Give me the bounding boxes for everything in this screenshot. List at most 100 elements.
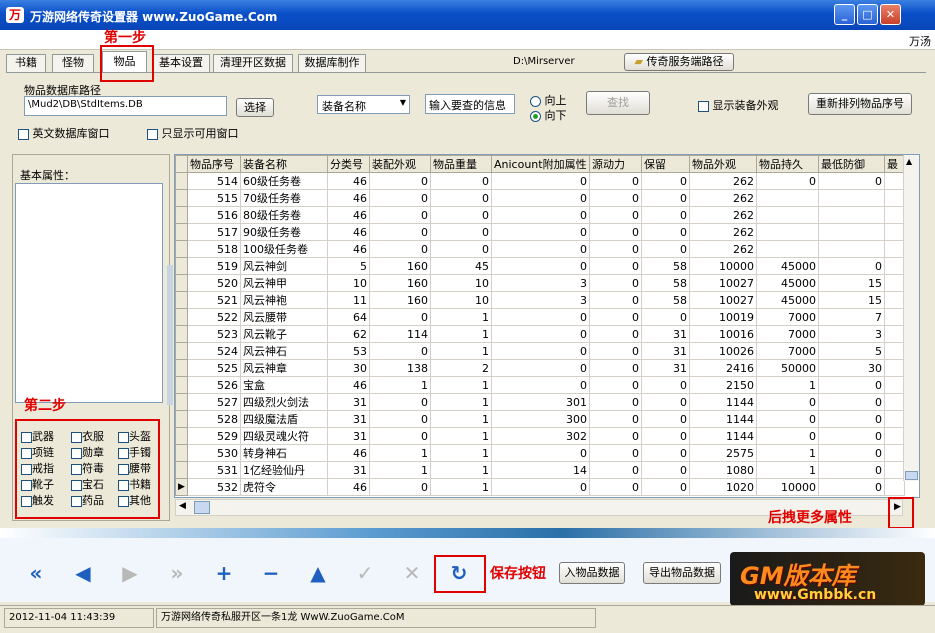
table-cell[interactable]: 160 (369, 291, 431, 309)
reorder-button[interactable]: 重新排列物品序号 (808, 93, 912, 115)
table-cell[interactable]: 0 (589, 444, 642, 462)
table-cell[interactable]: 10027 (689, 274, 757, 292)
table-cell[interactable]: 1 (430, 376, 492, 394)
radio-down[interactable]: 向下 (530, 107, 567, 123)
table-cell[interactable]: 15 (818, 291, 885, 309)
table-cell[interactable]: 60级任务卷 (240, 172, 328, 190)
table-cell[interactable]: 300 (491, 410, 590, 428)
table-cell[interactable]: 0 (491, 444, 590, 462)
table-cell[interactable]: 0 (491, 359, 590, 377)
table-cell[interactable]: 0 (818, 461, 885, 479)
table-cell-empty[interactable] (884, 223, 905, 241)
scroll-left-icon[interactable]: ◀ (179, 501, 186, 511)
table-cell[interactable]: 0 (369, 393, 431, 411)
tab-books[interactable]: 书籍 (6, 54, 46, 72)
refresh-save-icon[interactable]: ↻ (441, 555, 477, 591)
category-gem[interactable]: 宝石 (71, 476, 104, 492)
column-header[interactable]: 最 (884, 155, 905, 173)
table-cell[interactable]: 515 (187, 189, 241, 207)
table-cell[interactable]: 风云神袍 (240, 291, 328, 309)
table-cell[interactable]: 528 (187, 410, 241, 428)
delete-record-icon[interactable]: − (253, 555, 289, 591)
table-cell[interactable]: 3 (491, 274, 590, 292)
table-row[interactable]: 524 风云神石 53 0 1 0 0 31 10026 7000 5 (175, 342, 905, 360)
table-cell[interactable]: 0 (369, 223, 431, 241)
table-cell[interactable]: 0 (641, 240, 690, 258)
table-cell[interactable]: 516 (187, 206, 241, 224)
table-cell[interactable]: 0 (589, 427, 642, 445)
category-medal[interactable]: 勋章 (71, 444, 104, 460)
table-cell[interactable]: 0 (641, 427, 690, 445)
table-cell[interactable]: 0 (641, 308, 690, 326)
table-cell-empty[interactable] (884, 359, 905, 377)
column-header[interactable]: 物品序号 (187, 155, 241, 173)
table-cell[interactable]: 518 (187, 240, 241, 258)
table-cell[interactable]: 3 (818, 325, 885, 343)
scroll-thumb[interactable] (905, 471, 918, 480)
table-cell-empty[interactable] (884, 376, 905, 394)
table-cell[interactable]: 0 (589, 376, 642, 394)
table-cell[interactable]: 2416 (689, 359, 757, 377)
first-record-icon[interactable]: « (18, 555, 54, 591)
table-cell-empty[interactable] (884, 427, 905, 445)
table-cell[interactable]: 1 (369, 376, 431, 394)
category-charm[interactable]: 符毒 (71, 460, 104, 476)
table-cell[interactable]: 0 (589, 478, 642, 496)
cancel-edit-icon[interactable]: ✕ (394, 555, 430, 591)
table-cell[interactable] (818, 223, 885, 241)
table-cell[interactable]: 90级任务卷 (240, 223, 328, 241)
vertical-scrollbar[interactable]: ▲ (903, 155, 919, 481)
minimize-icon[interactable]: _ (834, 4, 855, 25)
table-cell[interactable]: 0 (430, 206, 492, 224)
table-cell[interactable]: 10 (430, 291, 492, 309)
column-header[interactable]: 物品持久 (756, 155, 819, 173)
table-cell[interactable]: 四级灵魂火符 (240, 427, 328, 445)
table-cell[interactable]: 526 (187, 376, 241, 394)
table-cell[interactable]: 517 (187, 223, 241, 241)
table-cell[interactable]: 0 (589, 206, 642, 224)
table-cell[interactable]: 0 (369, 410, 431, 428)
last-record-icon[interactable]: » (159, 555, 195, 591)
table-cell[interactable]: 1亿经验仙丹 (240, 461, 328, 479)
table-cell[interactable]: 31 (641, 342, 690, 360)
table-cell[interactable] (756, 240, 819, 258)
table-cell[interactable]: 1 (430, 342, 492, 360)
table-cell[interactable]: 1 (430, 308, 492, 326)
table-cell[interactable]: 5 (327, 257, 370, 275)
table-row[interactable]: 523 风云靴子 62 114 1 0 0 31 10016 7000 3 (175, 325, 905, 343)
table-cell[interactable]: 302 (491, 427, 590, 445)
table-cell[interactable]: 7000 (756, 308, 819, 326)
table-cell[interactable]: 0 (491, 206, 590, 224)
tab-db-make[interactable]: 数据库制作 (298, 54, 366, 72)
table-cell[interactable]: 0 (491, 342, 590, 360)
category-book[interactable]: 书籍 (118, 476, 151, 492)
table-cell[interactable]: 525 (187, 359, 241, 377)
table-cell[interactable]: 529 (187, 427, 241, 445)
table-cell[interactable]: 160 (369, 257, 431, 275)
category-ring[interactable]: 戒指 (21, 460, 54, 476)
table-cell[interactable]: 31 (641, 359, 690, 377)
table-cell[interactable]: 风云神甲 (240, 274, 328, 292)
table-cell[interactable]: 46 (327, 376, 370, 394)
table-cell[interactable]: 0 (818, 172, 885, 190)
table-cell[interactable]: 262 (689, 240, 757, 258)
table-cell[interactable]: 7000 (756, 325, 819, 343)
table-cell[interactable]: 0 (818, 444, 885, 462)
table-cell[interactable]: 1144 (689, 427, 757, 445)
table-cell[interactable]: 四级魔法盾 (240, 410, 328, 428)
table-cell[interactable]: 5 (818, 342, 885, 360)
table-cell[interactable]: 10000 (689, 257, 757, 275)
table-cell[interactable]: 520 (187, 274, 241, 292)
table-cell[interactable]: 0 (589, 393, 642, 411)
table-cell[interactable]: 0 (818, 478, 885, 496)
table-cell[interactable]: 1 (430, 444, 492, 462)
table-cell[interactable]: 1 (756, 461, 819, 479)
table-row[interactable]: 525 风云神章 30 138 2 0 0 31 2416 50000 30 (175, 359, 905, 377)
table-row[interactable]: 529 四级灵魂火符 31 0 1 302 0 0 1144 0 0 (175, 427, 905, 445)
prev-record-icon[interactable]: ◀ (65, 555, 101, 591)
table-cell-empty[interactable] (884, 444, 905, 462)
table-cell[interactable]: 转身神石 (240, 444, 328, 462)
table-cell[interactable]: 0 (491, 325, 590, 343)
table-cell[interactable]: 31 (327, 461, 370, 479)
table-cell[interactable]: 1080 (689, 461, 757, 479)
